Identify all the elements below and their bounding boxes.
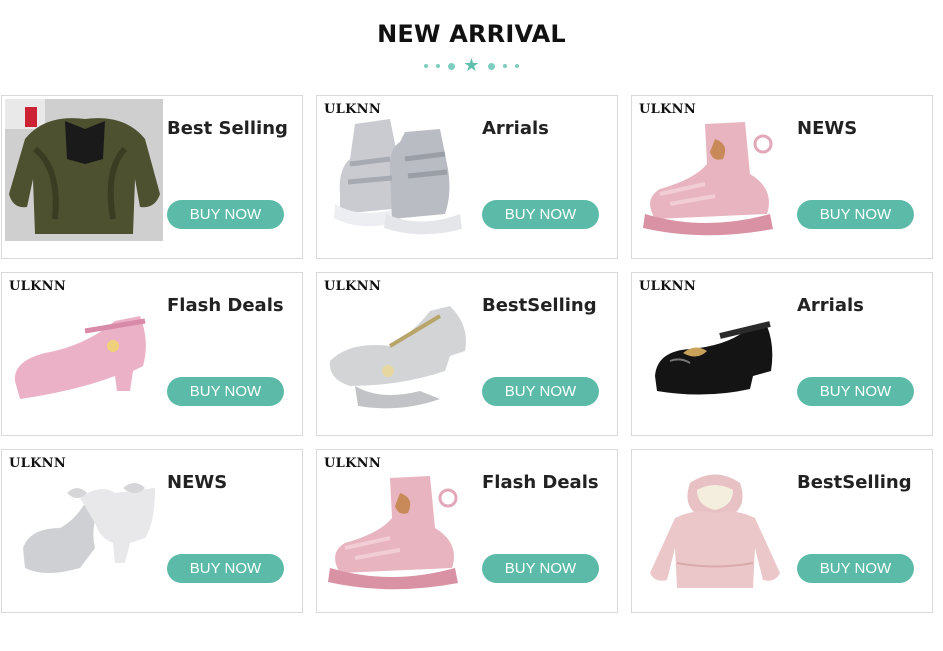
card-label: NEWS xyxy=(797,118,858,139)
product-image-pink-fur-coat[interactable] xyxy=(635,468,793,596)
divider-dot xyxy=(487,62,495,70)
card-label: Flash Deals xyxy=(482,472,599,493)
buy-now-button[interactable]: BUY NOW xyxy=(167,554,284,583)
product-image-black-shoe[interactable] xyxy=(635,291,793,419)
product-image-silver-sandals[interactable] xyxy=(5,468,163,596)
buy-now-button[interactable]: BUY NOW xyxy=(797,200,914,229)
product-card[interactable]: ULKNN NEWS BUY NOW xyxy=(1,449,303,613)
divider-dot xyxy=(448,62,456,70)
product-image-pink-snow-boot[interactable] xyxy=(635,114,793,242)
buy-now-button[interactable]: BUY NOW xyxy=(482,554,599,583)
card-label: Flash Deals xyxy=(167,295,284,316)
product-card[interactable]: BestSelling BUY NOW xyxy=(631,449,933,613)
buy-now-button[interactable]: BUY NOW xyxy=(167,377,284,406)
buy-now-button[interactable]: BUY NOW xyxy=(482,200,599,229)
page-title: NEW ARRIVAL xyxy=(377,20,566,48)
product-image-fur-jacket[interactable] xyxy=(5,99,163,241)
product-image-silver-boots[interactable] xyxy=(320,114,478,242)
card-label: BestSelling xyxy=(797,472,912,493)
product-image-pink-snow-boot[interactable] xyxy=(320,468,478,596)
buy-now-button[interactable]: BUY NOW xyxy=(797,554,914,583)
divider-dot xyxy=(424,64,429,68)
card-label: Arrials xyxy=(797,295,864,316)
product-card[interactable]: ULKNN Arrials BUY NOW xyxy=(631,272,933,436)
divider-dot xyxy=(514,64,519,68)
product-card[interactable]: ULKNN NEWS BUY NOW xyxy=(631,95,933,259)
card-label: Arrials xyxy=(482,118,549,139)
product-image-pink-heel[interactable] xyxy=(5,291,163,419)
buy-now-button[interactable]: BUY NOW xyxy=(797,377,914,406)
product-card[interactable]: Best Selling BUY NOW xyxy=(1,95,303,259)
product-card[interactable]: ULKNN BestSelling BUY NOW xyxy=(316,272,618,436)
product-image-silver-glitter-shoes[interactable] xyxy=(320,291,478,419)
card-label: NEWS xyxy=(167,472,228,493)
star-icon: ★ xyxy=(463,55,480,76)
product-card[interactable]: ULKNN Arrials BUY NOW xyxy=(316,95,618,259)
star-divider: ★ xyxy=(0,57,943,75)
buy-now-button[interactable]: BUY NOW xyxy=(167,200,284,229)
divider-dot xyxy=(502,64,507,68)
divider-dot xyxy=(436,64,441,68)
product-card[interactable]: ULKNN Flash Deals BUY NOW xyxy=(316,449,618,613)
card-label: BestSelling xyxy=(482,295,597,316)
product-card[interactable]: ULKNN Flash Deals BUY NOW xyxy=(1,272,303,436)
buy-now-button[interactable]: BUY NOW xyxy=(482,377,599,406)
card-label: Best Selling xyxy=(167,118,288,139)
